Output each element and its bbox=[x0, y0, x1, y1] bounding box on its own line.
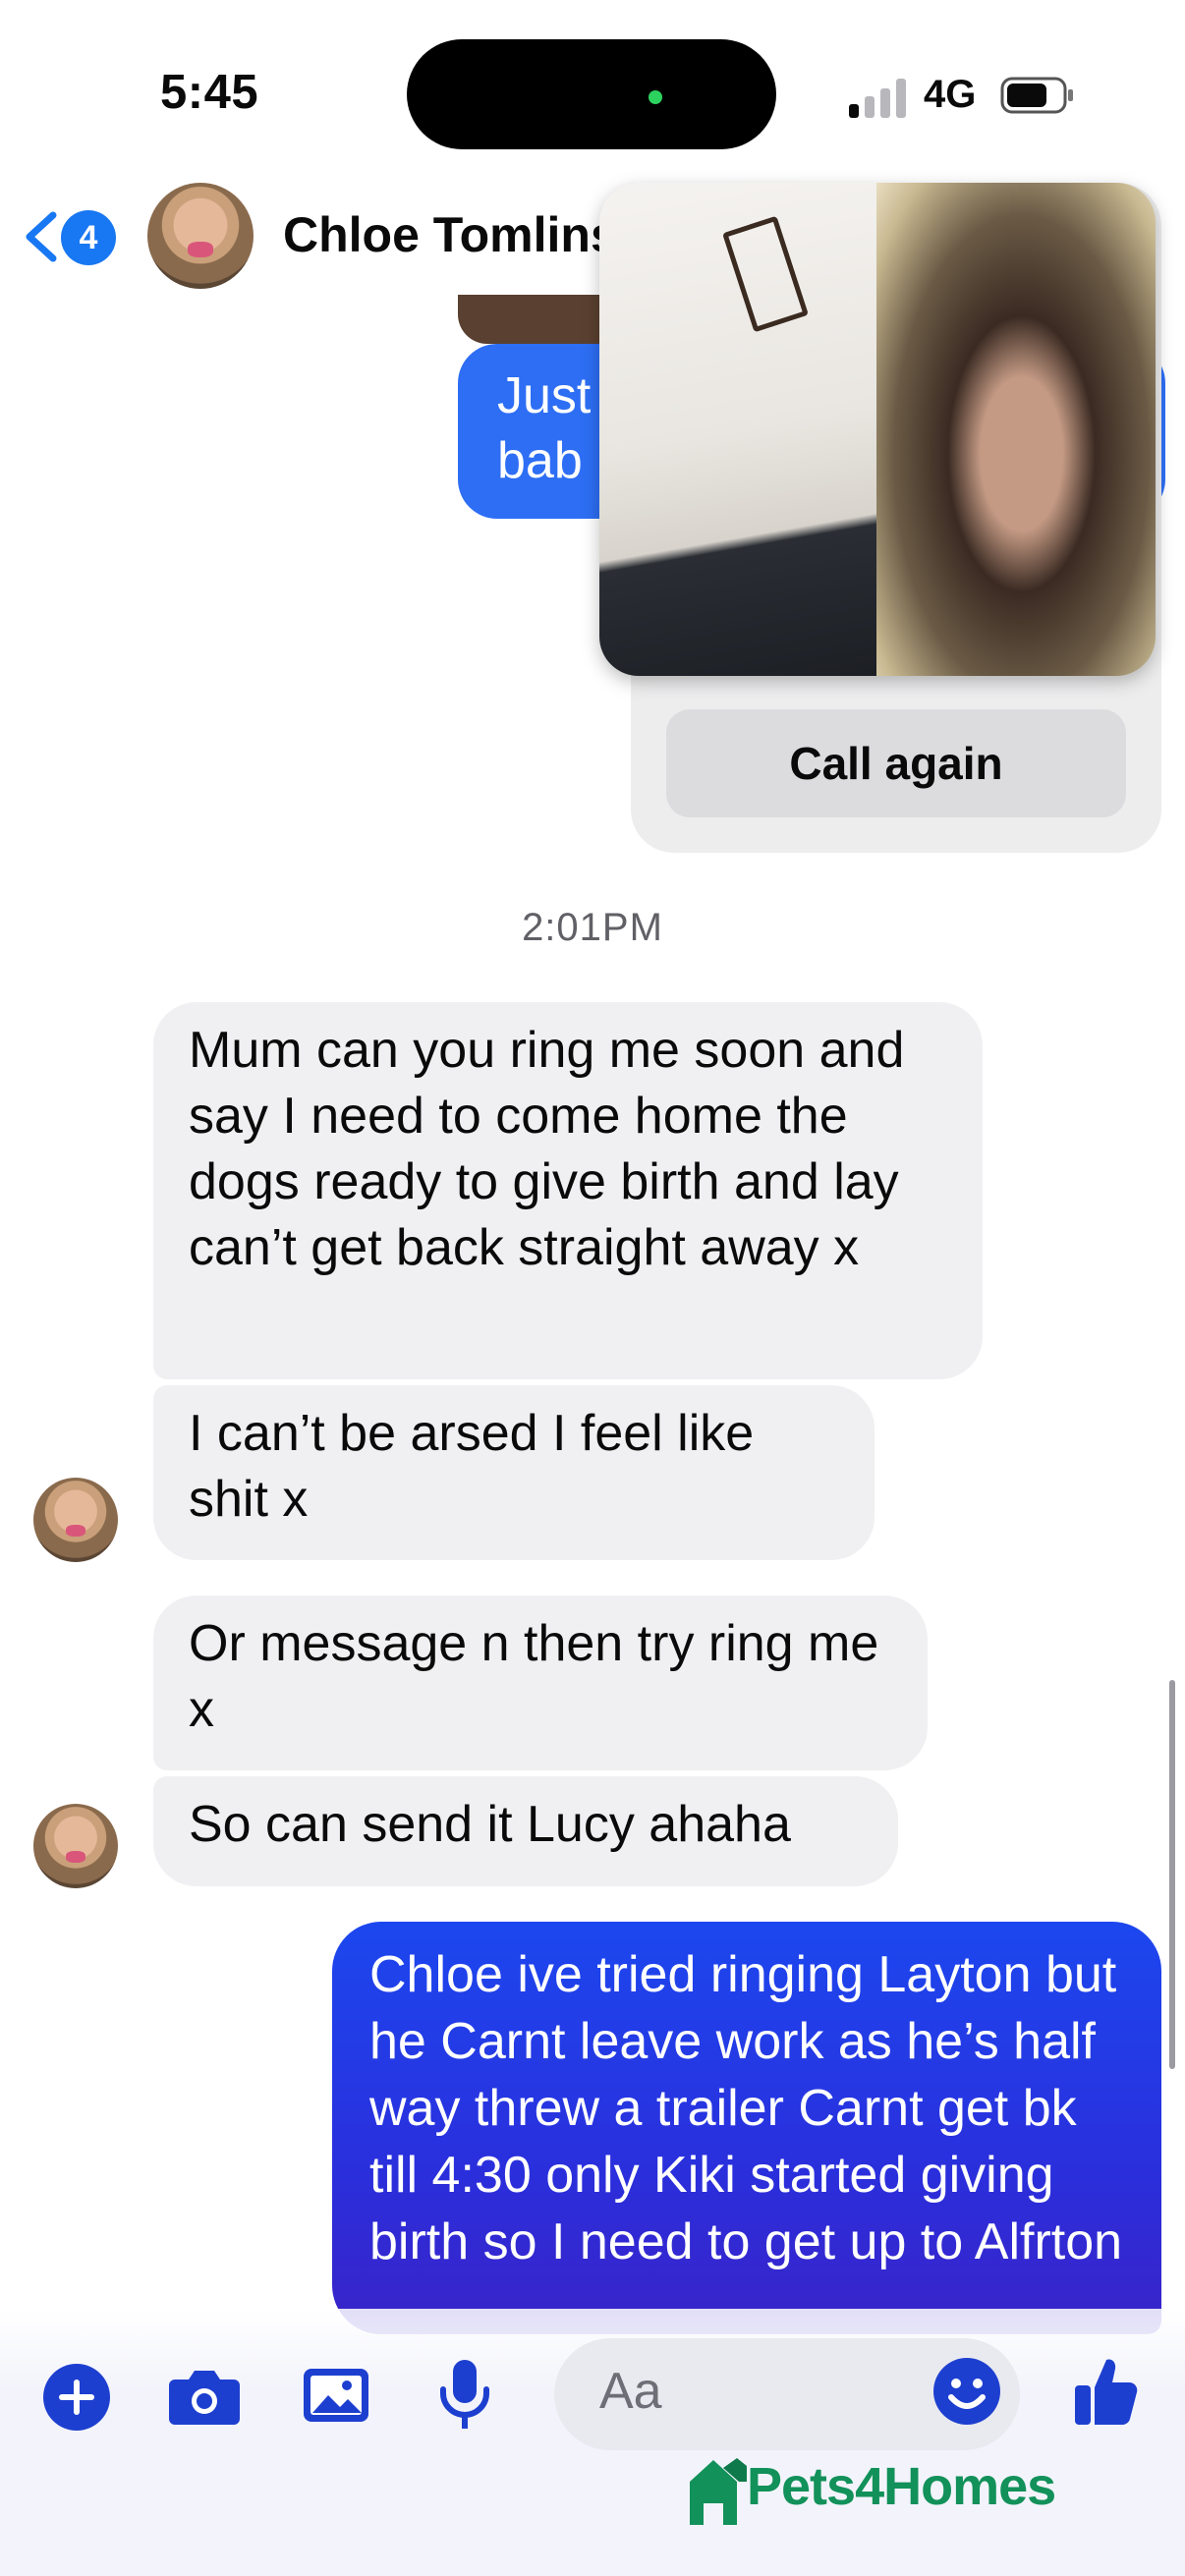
received-message-bubble[interactable]: So can send it Lucy ahaha bbox=[153, 1776, 898, 1886]
thumbs-up-icon[interactable] bbox=[1071, 2352, 1142, 2429]
received-message-bubble[interactable]: Mum can you ring me soon and say I need … bbox=[153, 1002, 983, 1379]
video-call-preview[interactable] bbox=[599, 183, 1156, 676]
cellular-signal-icon bbox=[849, 79, 908, 118]
network-type: 4G bbox=[924, 73, 977, 116]
received-message-bubble[interactable]: I can’t be arsed I feel like shit x bbox=[153, 1385, 875, 1560]
received-message-bubble[interactable]: Or message n then try ring me x bbox=[153, 1596, 928, 1770]
video-feed-self bbox=[599, 183, 876, 676]
contact-name[interactable]: Chloe Tomlinson bbox=[283, 206, 607, 263]
camera-indicator-dot bbox=[649, 90, 662, 104]
microphone-icon[interactable] bbox=[434, 2356, 495, 2435]
dynamic-island bbox=[407, 39, 776, 149]
message-timestamp: 2:01PM bbox=[522, 906, 663, 949]
video-feed-remote bbox=[876, 183, 1156, 676]
emoji-icon[interactable] bbox=[931, 2356, 1002, 2427]
gallery-icon[interactable] bbox=[301, 2356, 371, 2435]
contact-avatar[interactable] bbox=[147, 183, 254, 289]
plus-icon[interactable] bbox=[41, 2358, 112, 2436]
chevron-left-icon bbox=[26, 211, 57, 262]
sender-avatar[interactable] bbox=[33, 1478, 118, 1562]
status-time: 5:45 bbox=[160, 66, 259, 119]
unread-count-badge: 4 bbox=[61, 210, 116, 265]
sent-message-bubble[interactable]: Chloe ive tried ringing Layton but he Ca… bbox=[332, 1922, 1161, 2334]
camera-icon[interactable] bbox=[167, 2356, 242, 2435]
call-again-button[interactable]: Call again bbox=[666, 709, 1126, 817]
message-input-placeholder: Aa bbox=[599, 2363, 662, 2420]
wall-shelf bbox=[722, 215, 809, 333]
scrollbar[interactable] bbox=[1169, 1680, 1175, 2069]
sender-avatar[interactable] bbox=[33, 1804, 118, 1888]
battery-icon bbox=[1000, 77, 1073, 114]
pets4homes-watermark: Pets4Homes bbox=[747, 2457, 1056, 2516]
